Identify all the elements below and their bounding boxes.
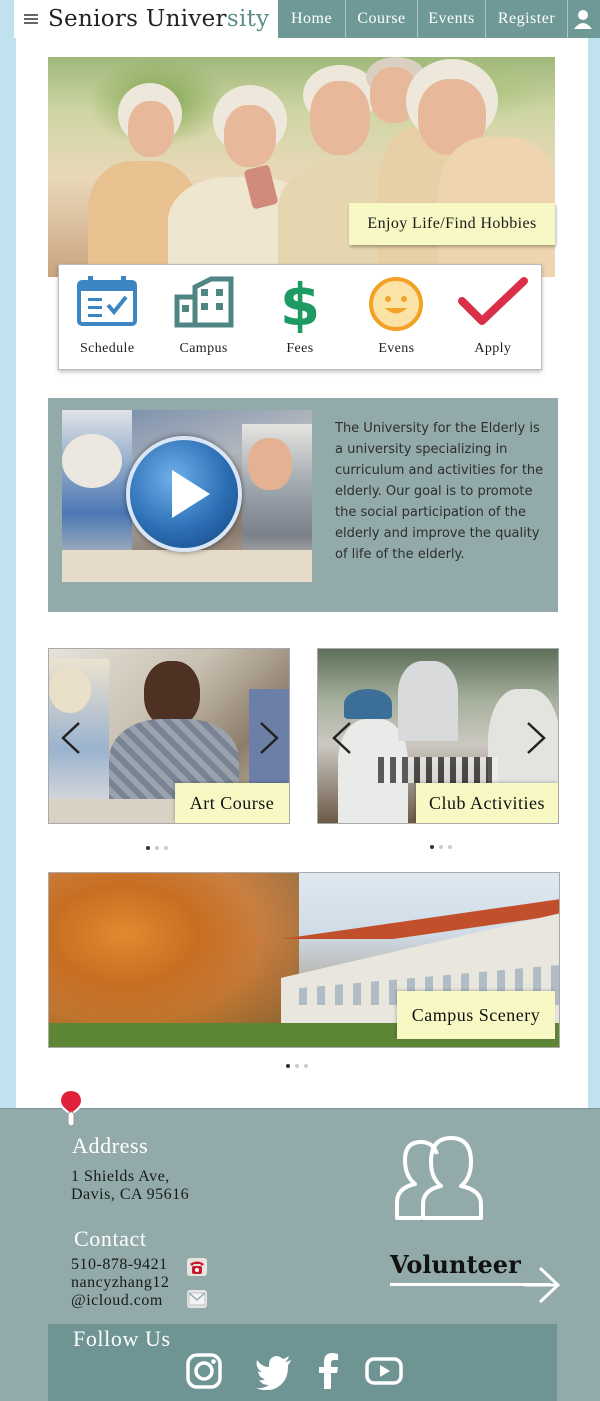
calendar-icon [77,276,138,326]
volunteer-link[interactable]: Volunteer [390,1250,521,1279]
quick-link-campus[interactable]: Campus [155,265,251,371]
brand-text-main: Seniors Univer [48,6,227,32]
carousel-dots[interactable] [430,845,452,851]
campus-scenery-label: Campus Scenery [397,991,555,1039]
address-line-2: Davis, CA 95616 [71,1186,190,1203]
quick-link-label: Evens [378,341,415,356]
phone-icon [187,1258,207,1276]
checkmark-icon [457,277,528,325]
quick-link-label: Apply [474,341,512,356]
facebook-icon[interactable] [310,1352,348,1390]
hero-caption: Enjoy Life/Find Hobbies [349,203,555,245]
address-line-1: 1 Shields Ave, [71,1168,170,1185]
chevron-left-icon[interactable] [330,721,354,755]
quick-link-schedule[interactable]: Schedule [59,265,155,371]
chevron-right-icon[interactable] [257,721,281,755]
brand-text-accent: sity [226,6,270,32]
intro-text: The University for the Elderly is a univ… [335,421,544,562]
hamburger-menu-icon[interactable] [24,14,38,24]
contact-email-line-2[interactable]: @icloud.com [71,1292,163,1310]
nav-events[interactable]: Events [418,0,486,38]
contact-email-line-1[interactable]: nancyzhang12 [71,1274,169,1292]
twitter-icon[interactable] [255,1352,293,1390]
carousel-dots[interactable] [146,846,168,852]
club-activities-label: Club Activities [416,783,558,823]
art-course-label: Art Course [175,783,289,823]
quick-link-label: Schedule [79,341,135,356]
campus-scenery-card[interactable]: Campus Scenery [48,872,560,1048]
arrow-right-icon[interactable] [522,1266,562,1304]
contact-phone[interactable]: 510-878-9421 [71,1256,168,1274]
building-icon [174,276,234,328]
contact-title: Contact [74,1226,147,1251]
address-title: Address [72,1133,149,1158]
main-nav: Home Course Events Register [278,0,600,38]
svg-text:$: $ [280,275,320,333]
site-brand[interactable]: Seniors University [48,6,269,32]
quick-link-fees[interactable]: $ Fees [252,265,348,371]
quick-links-bar: Schedule Campus $ Fees Evens Apply [58,264,542,370]
dollar-icon: $ [280,275,320,333]
smiley-icon [369,277,424,331]
user-account-icon[interactable] [568,9,598,29]
intro-section: The University for the Elderly is a univ… [48,398,558,612]
youtube-icon[interactable] [365,1352,403,1390]
quick-link-events[interactable]: Evens [348,265,444,371]
follow-us-title: Follow Us [73,1326,171,1351]
art-course-card[interactable]: Art Course [48,648,290,824]
intro-video[interactable] [62,410,312,582]
chevron-right-icon[interactable] [524,721,548,755]
quick-link-label: Campus [179,341,228,356]
club-activities-card[interactable]: Club Activities [317,648,559,824]
carousel-dots[interactable] [286,1064,308,1070]
instagram-icon[interactable] [185,1352,223,1390]
volunteer-people-icon [395,1136,483,1220]
quick-link-apply[interactable]: Apply [445,265,541,371]
play-button[interactable] [126,436,242,552]
quick-link-label: Fees [286,341,314,356]
location-pin-icon [58,1088,84,1127]
nav-course[interactable]: Course [346,0,418,38]
nav-home[interactable]: Home [278,0,346,38]
top-header: Seniors University Home Course Events Re… [14,0,600,38]
chevron-left-icon[interactable] [59,721,83,755]
mail-icon [187,1290,207,1308]
nav-register[interactable]: Register [486,0,568,38]
